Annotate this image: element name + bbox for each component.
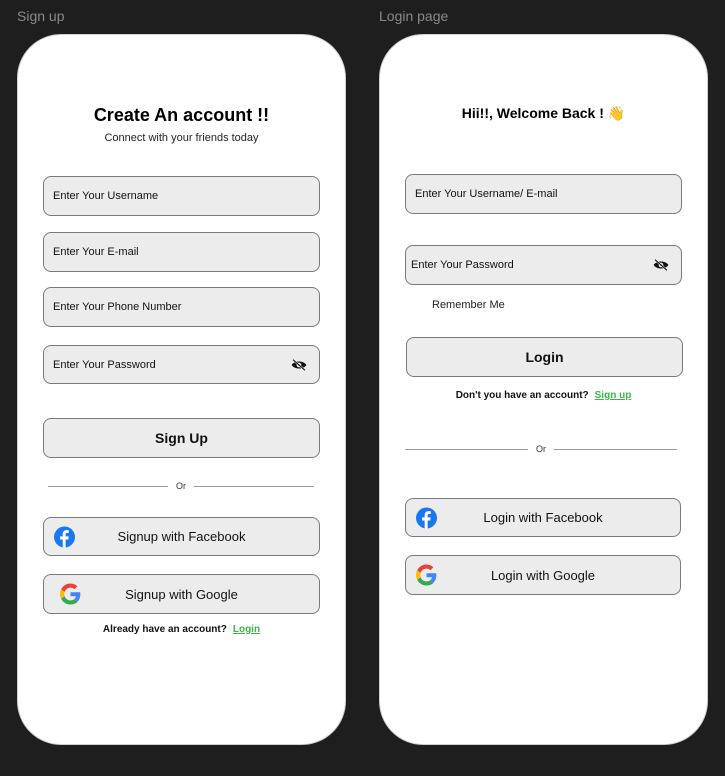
remember-me-label[interactable]: Remember Me [432, 299, 505, 311]
login-screen: Hii!!, Welcome Back ! 👋 Enter Your Usern… [379, 34, 708, 745]
facebook-icon [54, 526, 75, 547]
signup-button[interactable]: Sign Up [43, 418, 320, 458]
signup-google-label: Signup with Google [125, 586, 238, 602]
login-footer: Don't you have an account? Sign up [380, 390, 707, 401]
signup-facebook-label: Signup with Facebook [117, 529, 246, 544]
divider-line-left [48, 485, 168, 487]
divider-or-text: Or [176, 481, 186, 491]
login-title: Hii!!, Welcome Back ! 👋 [461, 105, 626, 121]
google-icon [416, 564, 437, 586]
login-facebook-button[interactable]: Login with Facebook [405, 498, 681, 537]
facebook-icon [416, 507, 437, 528]
signup-subtitle: Connect with your friends today [104, 132, 259, 144]
login-divider: Or [405, 444, 677, 454]
login-google-label: Login with Google [490, 567, 596, 583]
divider-line-left [405, 448, 528, 450]
divider-line-right [554, 448, 677, 450]
password-field[interactable]: Enter Your Password [43, 345, 320, 384]
login-google-button[interactable]: Login with Google [405, 555, 681, 595]
signup-google-button[interactable]: Signup with Google [43, 574, 320, 614]
username-placeholder: Enter Your Username [53, 190, 159, 202]
login-facebook-label: Login with Facebook [483, 510, 603, 525]
signup-screen: Create An account !! Connect with your f… [17, 34, 346, 745]
signup-divider: Or [48, 481, 314, 491]
eye-slash-icon[interactable] [653, 259, 669, 271]
eye-slash-icon[interactable] [291, 358, 307, 371]
password-placeholder: Enter Your Password [53, 358, 156, 371]
divider-or-text: Or [536, 444, 546, 454]
google-icon [60, 583, 81, 605]
signup-link[interactable]: Sign up [595, 390, 632, 401]
username-field[interactable]: Enter Your Username [43, 176, 320, 216]
login-username-field[interactable]: Enter Your Username/ E-mail [405, 174, 682, 214]
signup-facebook-button[interactable]: Signup with Facebook [43, 517, 320, 556]
login-footer-text: Don't you have an account? [455, 390, 589, 401]
phone-placeholder: Enter Your Phone Number [53, 301, 182, 313]
phone-field[interactable]: Enter Your Phone Number [43, 287, 320, 327]
signup-title: Create An account !! [93, 105, 270, 125]
login-username-placeholder: Enter Your Username/ E-mail [415, 188, 558, 200]
login-password-field[interactable]: Enter Your Password [405, 245, 682, 285]
email-placeholder: Enter Your E-mail [53, 246, 139, 258]
signup-frame-label: Sign up [17, 8, 65, 24]
divider-line-right [194, 485, 314, 487]
login-link[interactable]: Login [233, 624, 260, 635]
login-password-placeholder: Enter Your Password [411, 259, 514, 271]
signup-footer-text: Already have an account? [102, 624, 227, 635]
signup-footer: Already have an account? Login [18, 624, 345, 635]
login-button[interactable]: Login [406, 337, 683, 377]
email-field[interactable]: Enter Your E-mail [43, 232, 320, 272]
login-frame-label: Login page [379, 8, 449, 24]
